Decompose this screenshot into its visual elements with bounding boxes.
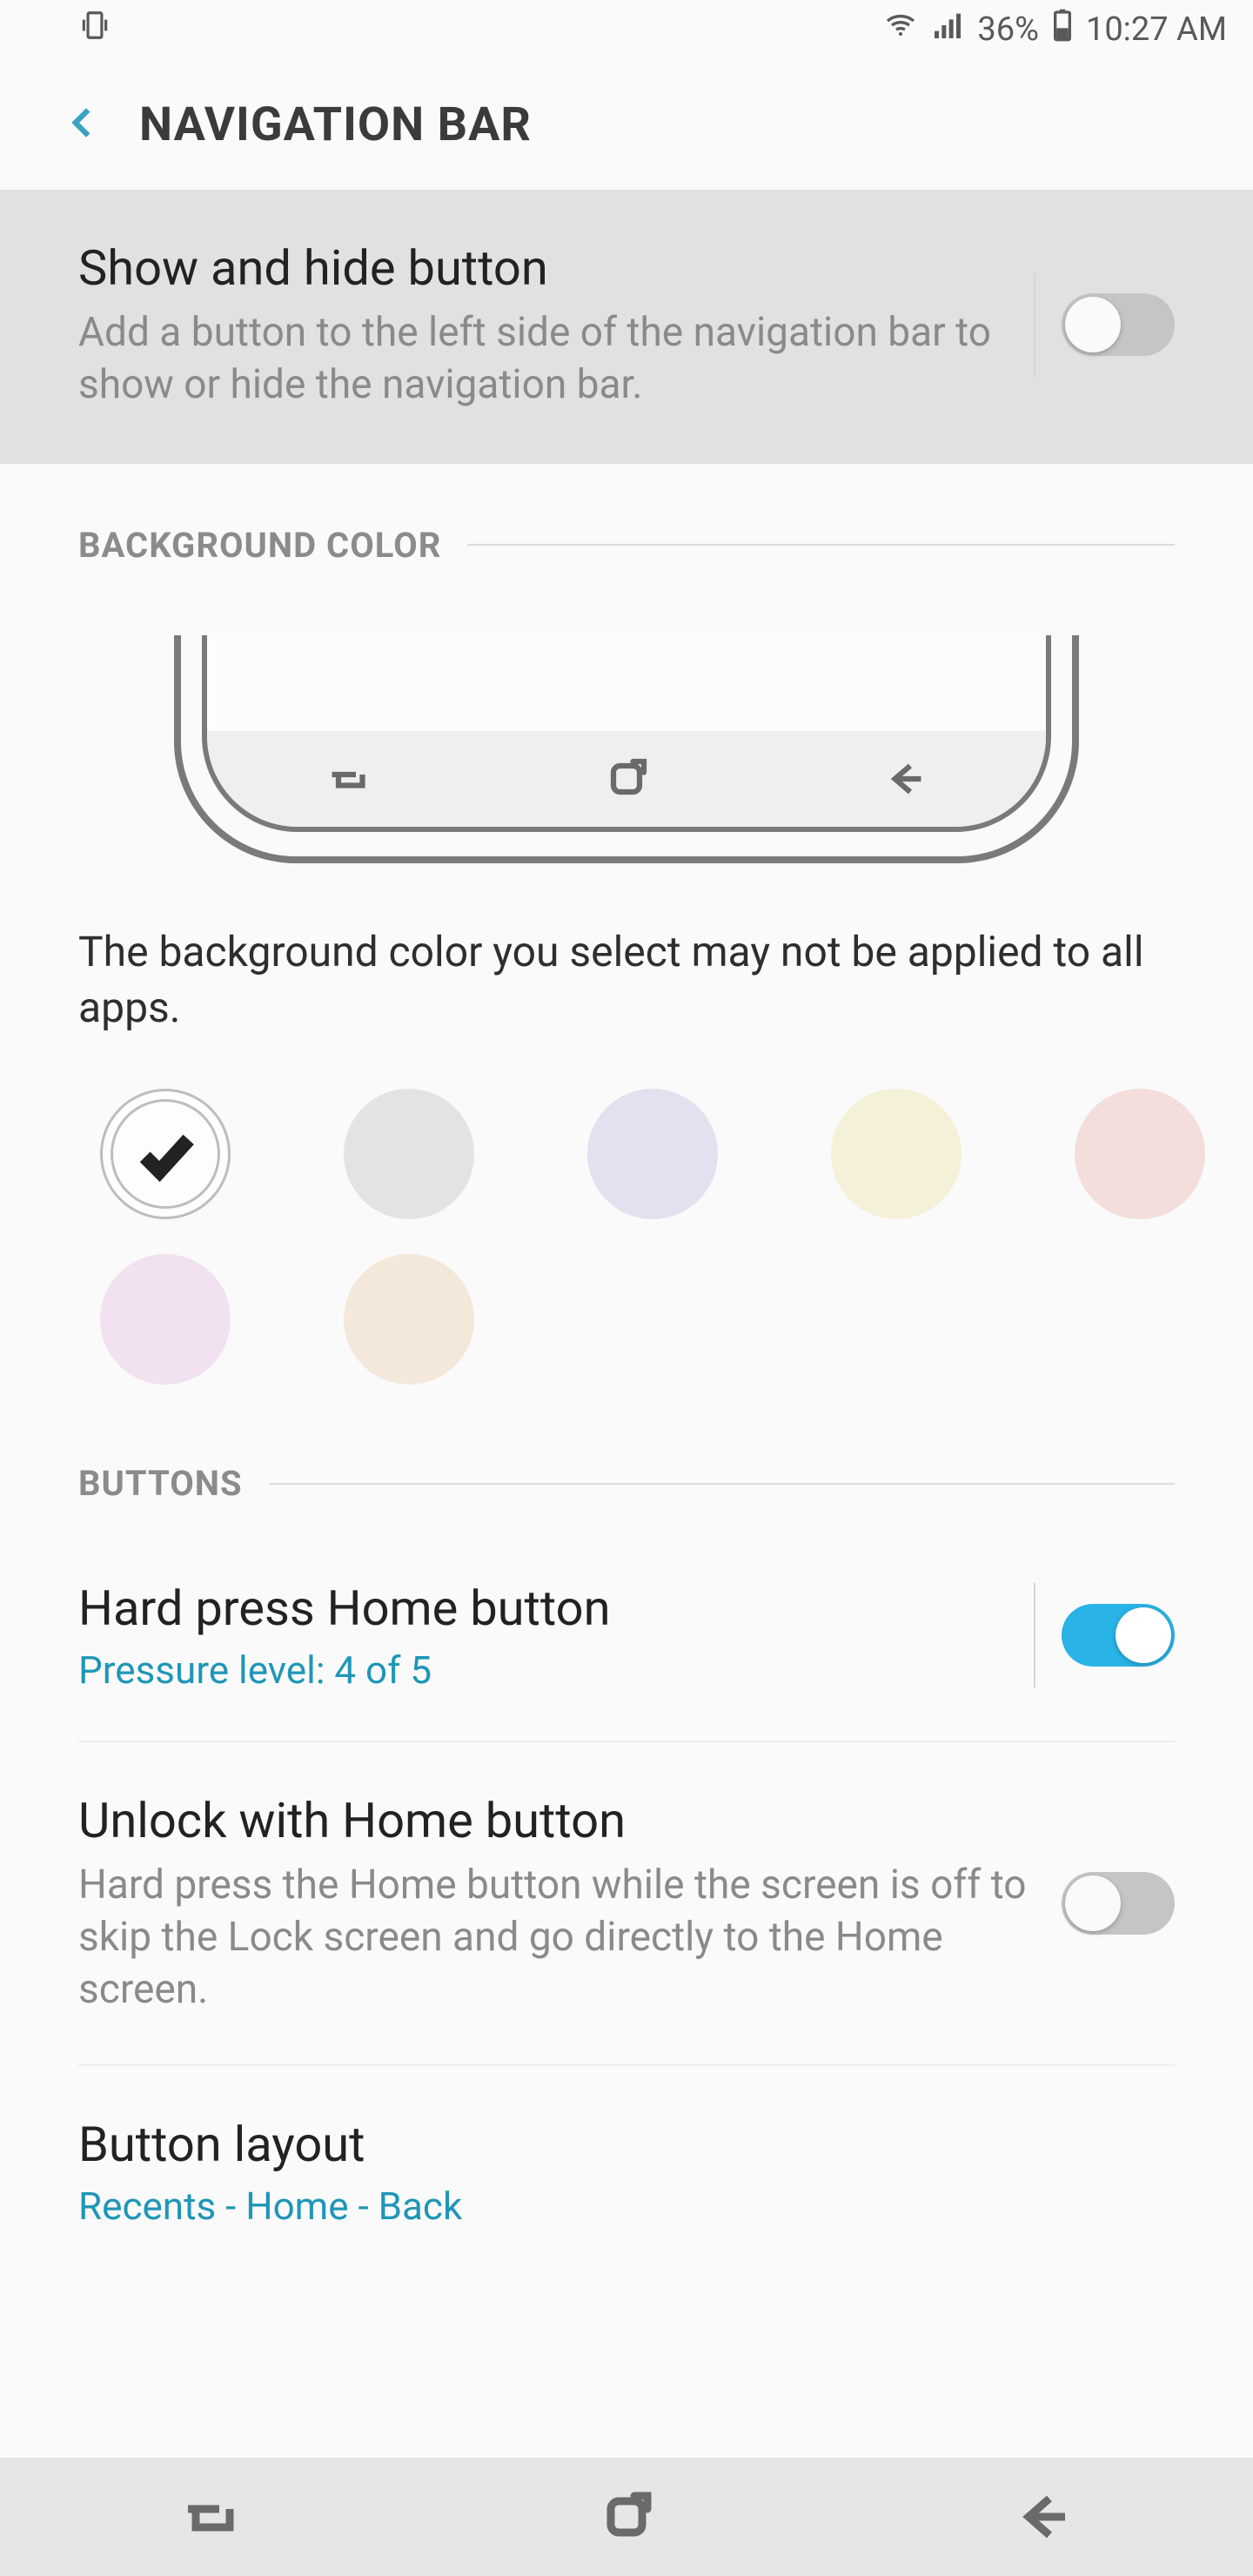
back-button[interactable] xyxy=(61,101,104,148)
hard-press-setting[interactable]: Hard press Home button Pressure level: 4… xyxy=(78,1530,1175,1742)
unlock-title: Unlock with Home button xyxy=(78,1790,1035,1851)
hard-press-sub: Pressure level: 4 of 5 xyxy=(78,1647,1008,1693)
color-swatch-peach[interactable] xyxy=(344,1254,474,1385)
unlock-desc: Hard press the Home button while the scr… xyxy=(78,1860,1035,2016)
color-swatch-grid xyxy=(0,1071,1253,1402)
show-hide-toggle[interactable] xyxy=(1062,293,1175,356)
section-header-label: BACKGROUND COLOR xyxy=(78,525,441,566)
status-bar: 36% 10:27 AM xyxy=(0,0,1253,59)
show-hide-setting[interactable]: Show and hide button Add a button to the… xyxy=(0,190,1253,464)
color-swatch-white[interactable] xyxy=(100,1089,231,1219)
navbar-preview xyxy=(174,635,1079,863)
section-header-label: BUTTONS xyxy=(78,1463,243,1504)
divider xyxy=(1034,272,1035,377)
nav-recents-button[interactable] xyxy=(0,2458,418,2576)
hard-press-toggle[interactable] xyxy=(1062,1604,1175,1667)
divider xyxy=(1034,1583,1035,1687)
button-layout-setting[interactable]: Button layout Recents - Home - Back xyxy=(78,2066,1175,2277)
nav-home-button[interactable] xyxy=(418,2458,835,2576)
battery-percent: 36% xyxy=(977,10,1039,49)
color-swatch-pink[interactable] xyxy=(100,1254,231,1385)
section-header-buttons: BUTTONS xyxy=(0,1402,1253,1530)
system-navigation-bar xyxy=(0,2458,1253,2576)
hard-press-title: Hard press Home button xyxy=(78,1578,1008,1639)
preview-back-icon xyxy=(767,731,1046,827)
vibrate-icon xyxy=(78,9,111,50)
preview-recents-icon xyxy=(207,731,486,827)
page-title: NAVIGATION BAR xyxy=(139,97,532,152)
unlock-home-setting[interactable]: Unlock with Home button Hard press the H… xyxy=(78,1742,1175,2065)
battery-icon xyxy=(1051,8,1074,51)
color-swatch-cream[interactable] xyxy=(831,1089,962,1219)
nav-back-button[interactable] xyxy=(835,2458,1253,2576)
app-bar: NAVIGATION BAR xyxy=(0,59,1253,190)
unlock-toggle[interactable] xyxy=(1062,1872,1175,1935)
color-swatch-blush[interactable] xyxy=(1075,1089,1205,1219)
color-swatch-gray[interactable] xyxy=(344,1089,474,1219)
preview-home-icon xyxy=(486,731,766,827)
layout-sub: Recents - Home - Back xyxy=(78,2184,1175,2229)
wifi-icon xyxy=(883,8,918,51)
section-header-bg-color: BACKGROUND COLOR xyxy=(0,464,1253,592)
clock: 10:27 AM xyxy=(1086,10,1227,49)
layout-title: Button layout xyxy=(78,2114,1175,2175)
show-hide-title: Show and hide button xyxy=(78,238,1008,299)
color-swatch-lilac[interactable] xyxy=(587,1089,718,1219)
signal-icon xyxy=(930,8,965,51)
bg-color-desc: The background color you select may not … xyxy=(0,898,1253,1072)
show-hide-desc: Add a button to the left side of the nav… xyxy=(78,307,1008,412)
